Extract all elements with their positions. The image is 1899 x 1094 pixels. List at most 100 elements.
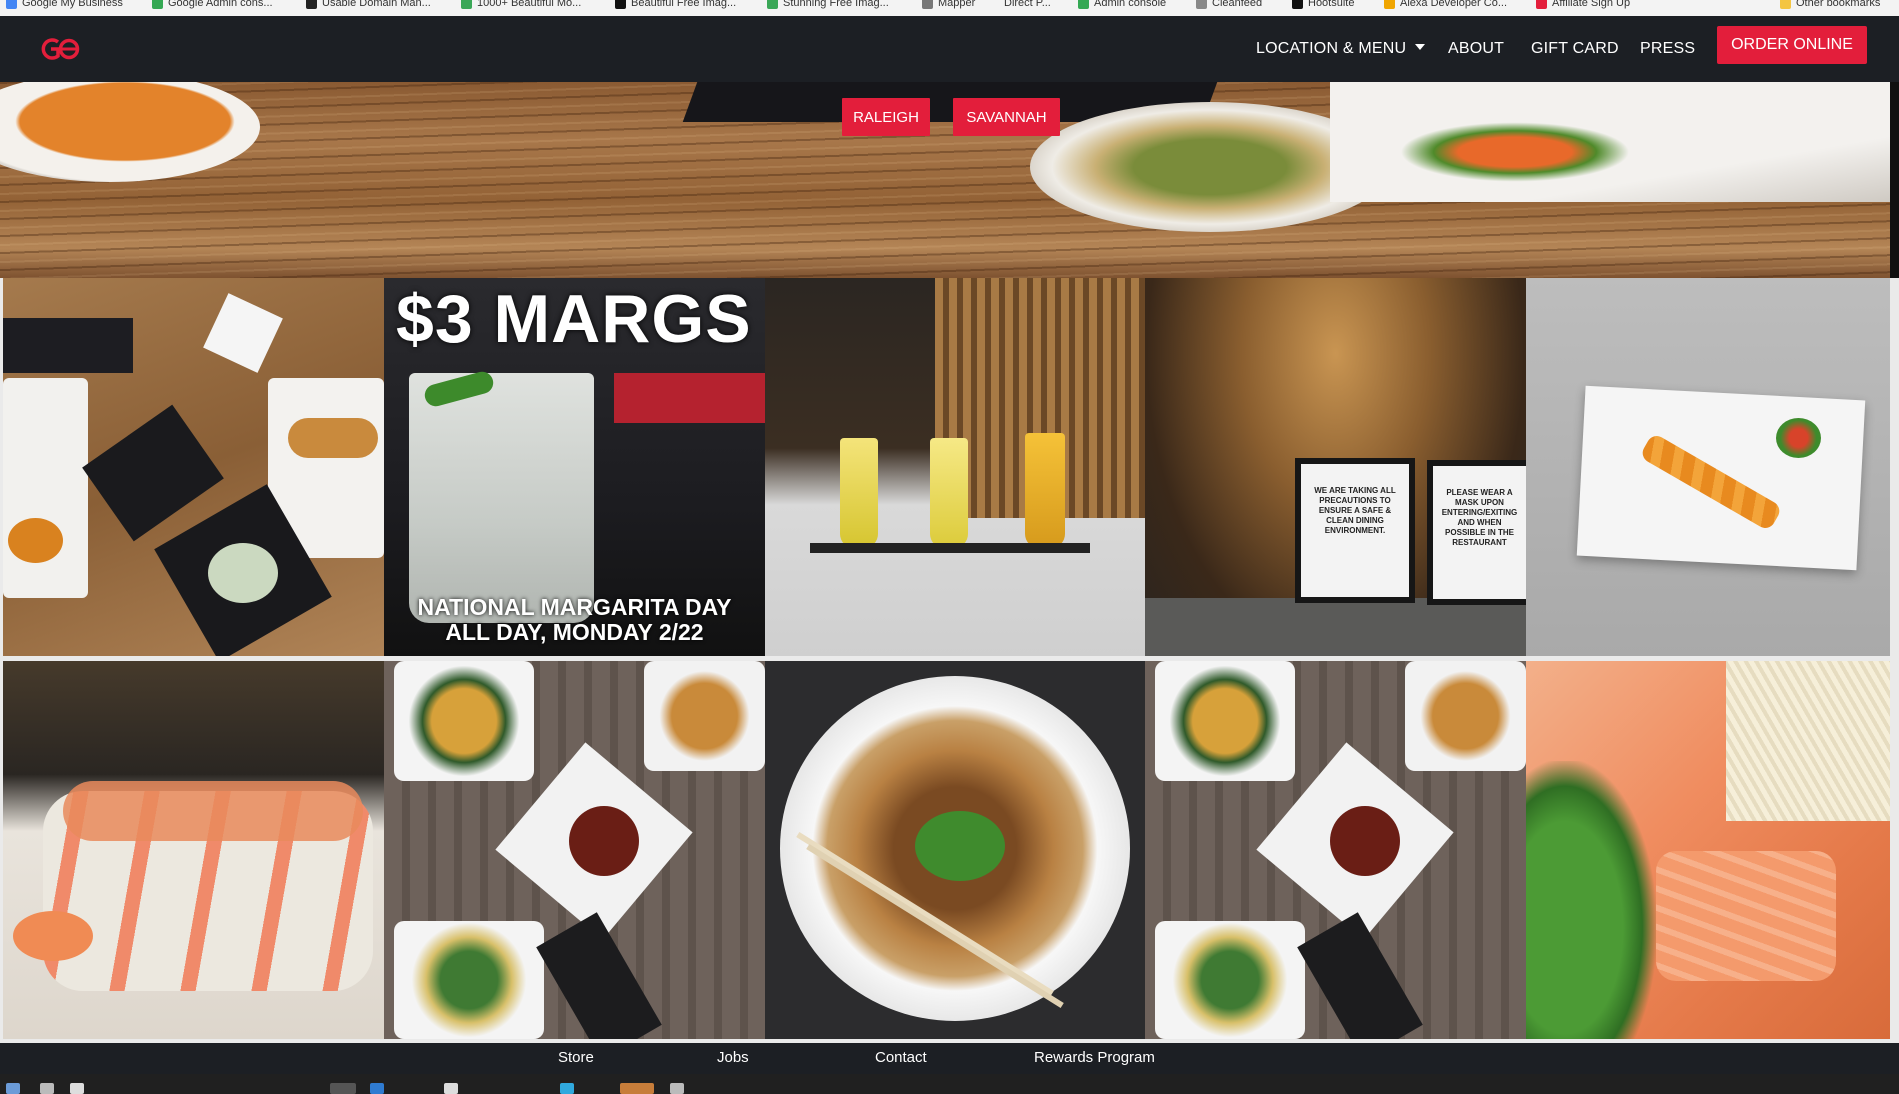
bookmark-item[interactable]: Google Admin cons... (152, 0, 273, 9)
garnish-image (1776, 418, 1821, 458)
wings-image (569, 806, 639, 876)
bookmark-item[interactable]: Hootsuite (1292, 0, 1354, 9)
taskbar-app-icon[interactable] (330, 1083, 356, 1094)
other-bookmarks[interactable]: Other bookmarks (1780, 0, 1880, 9)
noodles-image (1726, 661, 1890, 821)
gallery-tile[interactable]: WE ARE TAKING ALL PRECAUTIONS TO ENSURE … (1145, 278, 1526, 656)
bookmark-item[interactable]: Mapper (922, 0, 975, 9)
safety-sign-frame: PLEASE WEAR A MASK UPON ENTERING/EXITING… (1427, 460, 1526, 605)
taskbar-app-icon[interactable] (560, 1083, 574, 1094)
search-icon[interactable] (40, 1083, 54, 1094)
footer-link-store[interactable]: Store (558, 1049, 594, 1066)
bookmark-item[interactable]: Direct P... (1004, 0, 1051, 9)
bookmark-favicon-icon (6, 0, 17, 9)
nav-about[interactable]: ABOUT (1448, 36, 1504, 62)
drink-glass-image (930, 438, 968, 548)
task-view-icon[interactable] (70, 1083, 84, 1094)
food-image (3, 318, 133, 373)
soup-bowl-image (0, 82, 260, 182)
location-raleigh-button[interactable]: RALEIGH (842, 98, 930, 136)
gallery-tile[interactable] (765, 661, 1145, 1039)
bookmark-favicon-icon (1196, 0, 1207, 9)
noodle-plate-image (1405, 661, 1526, 771)
bookmark-item[interactable]: Affiliate Sign Up (1536, 0, 1630, 9)
bookmark-item[interactable]: Beautiful Free Imag... (615, 0, 736, 9)
gallery-tile[interactable] (1145, 661, 1526, 1039)
nav-location-menu[interactable]: LOCATION & MENU (1256, 36, 1426, 62)
carrot-garnish-image (1400, 122, 1630, 182)
bookmark-favicon-icon (306, 0, 317, 9)
bookmark-favicon-icon (152, 0, 163, 9)
bookmark-favicon-icon (922, 0, 933, 9)
food-image (288, 418, 378, 458)
ramen-bowl-image (394, 661, 534, 781)
gallery-tile[interactable] (1526, 278, 1890, 656)
footer-link-contact[interactable]: Contact (875, 1049, 927, 1066)
bookmark-favicon-icon (1292, 0, 1303, 9)
ramen-bowl-image (394, 921, 544, 1039)
bookmark-favicon-icon (615, 0, 626, 9)
taskbar-app-icon[interactable] (370, 1083, 384, 1094)
bookmark-item[interactable]: Usable Domain Man... (306, 0, 431, 9)
nav-gift-card[interactable]: GIFT CARD (1531, 36, 1619, 62)
caret-down-icon (1415, 44, 1426, 50)
bar-mat-image (810, 543, 1090, 553)
gallery-tile[interactable] (1526, 661, 1890, 1039)
cilantro-image (1526, 761, 1656, 1039)
ramen-bowl-image (1155, 661, 1295, 781)
bookmarks-bar: Google My Business Google Admin cons... … (0, 0, 1899, 17)
napkin-image (536, 912, 662, 1039)
bookmark-favicon-icon (461, 0, 472, 9)
gallery-tile[interactable]: $3 MARGS NATIONAL MARGARITA DAY ALL DAY,… (384, 278, 765, 656)
location-savannah-button[interactable]: SAVANNAH (953, 98, 1060, 136)
bookmark-item[interactable]: Admin console (1078, 0, 1166, 9)
taskbar-app-icon[interactable] (620, 1083, 654, 1094)
bookmark-item[interactable]: Stunning Free Imag... (767, 0, 889, 9)
promo-headline: $3 MARGS (396, 281, 752, 357)
gallery-tile[interactable] (3, 661, 384, 1039)
bookmark-favicon-icon (1536, 0, 1547, 9)
taskbar-app-icon[interactable] (444, 1083, 458, 1094)
taskbar-app-icon[interactable] (670, 1083, 684, 1094)
os-taskbar (0, 1074, 1899, 1094)
folder-icon (1780, 0, 1791, 9)
bookmark-item[interactable]: Alexa Developer Co... (1384, 0, 1507, 9)
order-online-button[interactable]: ORDER ONLINE (1717, 26, 1867, 64)
promo-caption-line1: NATIONAL MARGARITA DAY (417, 594, 732, 620)
banquette-image (614, 373, 765, 423)
bookmark-item[interactable]: Google My Business (6, 0, 123, 9)
counter-image (1145, 598, 1526, 656)
food-image (208, 543, 278, 603)
gallery-tile[interactable] (765, 278, 1145, 656)
safety-sign-card: PLEASE WEAR A MASK UPON ENTERING/EXITING… (1433, 466, 1526, 599)
promo-caption-line2: ALL DAY, MONDAY 2/22 (445, 619, 704, 645)
safety-sign-frame: WE ARE TAKING ALL PRECAUTIONS TO ENSURE … (1295, 458, 1415, 603)
drink-glass-image (1025, 433, 1065, 548)
salmon-image (1656, 851, 1836, 981)
shrimp-tail-image (13, 911, 93, 961)
sauce-drizzle-image (63, 781, 363, 841)
site-header: LOCATION & MENU ABOUT GIFT CARD PRESS OR… (0, 16, 1899, 82)
footer-link-rewards[interactable]: Rewards Program (1034, 1049, 1155, 1066)
safety-sign-text: WE ARE TAKING ALL PRECAUTIONS TO ENSURE … (1314, 486, 1396, 535)
gallery-tile[interactable] (384, 661, 765, 1039)
start-icon[interactable] (6, 1083, 20, 1094)
footer-link-jobs[interactable]: Jobs (717, 1049, 749, 1066)
food-image (3, 378, 88, 598)
site-footer: Store Jobs Contact Rewards Program (0, 1043, 1899, 1074)
bookmark-item[interactable]: 1000+ Beautiful Mo... (461, 0, 581, 9)
bookmark-favicon-icon (1078, 0, 1089, 9)
safety-sign-text: PLEASE WEAR A MASK UPON ENTERING/EXITING… (1441, 488, 1518, 547)
ramen-bowl-image (1155, 921, 1305, 1039)
bookmark-item[interactable]: Cleanfeed (1196, 0, 1262, 9)
napkin-image (1297, 912, 1423, 1039)
nav-press[interactable]: PRESS (1640, 36, 1695, 62)
food-image (8, 518, 63, 563)
hero-banner: RALEIGH SAVANNAH (0, 82, 1890, 278)
wings-image (1330, 806, 1400, 876)
photo-gallery: $3 MARGS NATIONAL MARGARITA DAY ALL DAY,… (0, 278, 1899, 1043)
site-logo[interactable] (38, 36, 84, 62)
margarita-glass-image (409, 373, 594, 623)
gallery-tile[interactable] (3, 278, 384, 656)
bookmark-favicon-icon (1384, 0, 1395, 9)
